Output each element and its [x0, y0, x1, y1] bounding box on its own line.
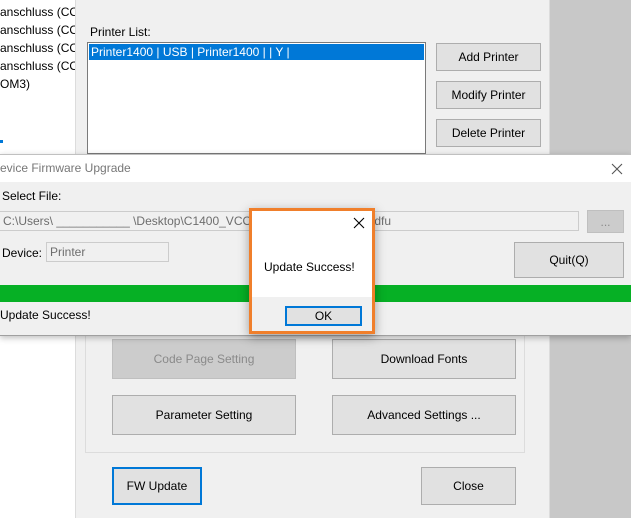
close-button[interactable]: Close: [421, 467, 516, 505]
ok-button[interactable]: OK: [285, 306, 362, 326]
download-fonts-button[interactable]: Download Fonts: [332, 339, 516, 379]
add-printer-button[interactable]: Add Printer: [436, 43, 541, 71]
modify-printer-button[interactable]: Modify Printer: [436, 81, 541, 109]
device-tree-item[interactable]: OM3): [0, 77, 30, 91]
device-tree-item[interactable]: anschluss (COM: [0, 23, 76, 37]
tree-marker-icon: [0, 140, 3, 143]
delete-printer-button[interactable]: Delete Printer: [436, 119, 541, 147]
device-label: Device:: [2, 246, 43, 260]
printer-list[interactable]: Printer1400 | USB | Printer1400 | | Y |: [87, 42, 426, 154]
firmware-upgrade-title: evice Firmware Upgrade: [0, 161, 131, 175]
dialog-message: Update Success!: [264, 260, 355, 274]
close-icon[interactable]: [606, 158, 628, 180]
firmware-upgrade-titlebar[interactable]: evice Firmware Upgrade: [0, 155, 631, 182]
fw-update-button[interactable]: FW Update: [112, 467, 202, 505]
quit-button[interactable]: Quit(Q): [514, 242, 624, 278]
parameter-setting-button[interactable]: Parameter Setting: [112, 395, 296, 435]
code-page-setting-button[interactable]: Code Page Setting: [112, 339, 296, 379]
device-tree-item[interactable]: anschluss (COM: [0, 41, 76, 55]
dialog-body: Update Success!: [252, 211, 372, 297]
device-tree-item[interactable]: anschluss (COM: [0, 59, 76, 73]
device-tree-item[interactable]: anschluss (COM: [0, 5, 76, 19]
printer-list-label: Printer List:: [90, 25, 151, 39]
upgrade-status-text: Update Success!: [0, 308, 91, 322]
advanced-settings-button[interactable]: Advanced Settings ...: [332, 395, 516, 435]
browse-button[interactable]: ...: [587, 210, 624, 233]
printer-list-row[interactable]: Printer1400 | USB | Printer1400 | | Y |: [89, 44, 424, 60]
device-field[interactable]: Printer: [46, 242, 169, 262]
update-success-dialog: Update Success! OK: [249, 208, 375, 334]
dialog-close-icon[interactable]: [351, 215, 367, 231]
select-file-label: Select File:: [2, 189, 62, 203]
